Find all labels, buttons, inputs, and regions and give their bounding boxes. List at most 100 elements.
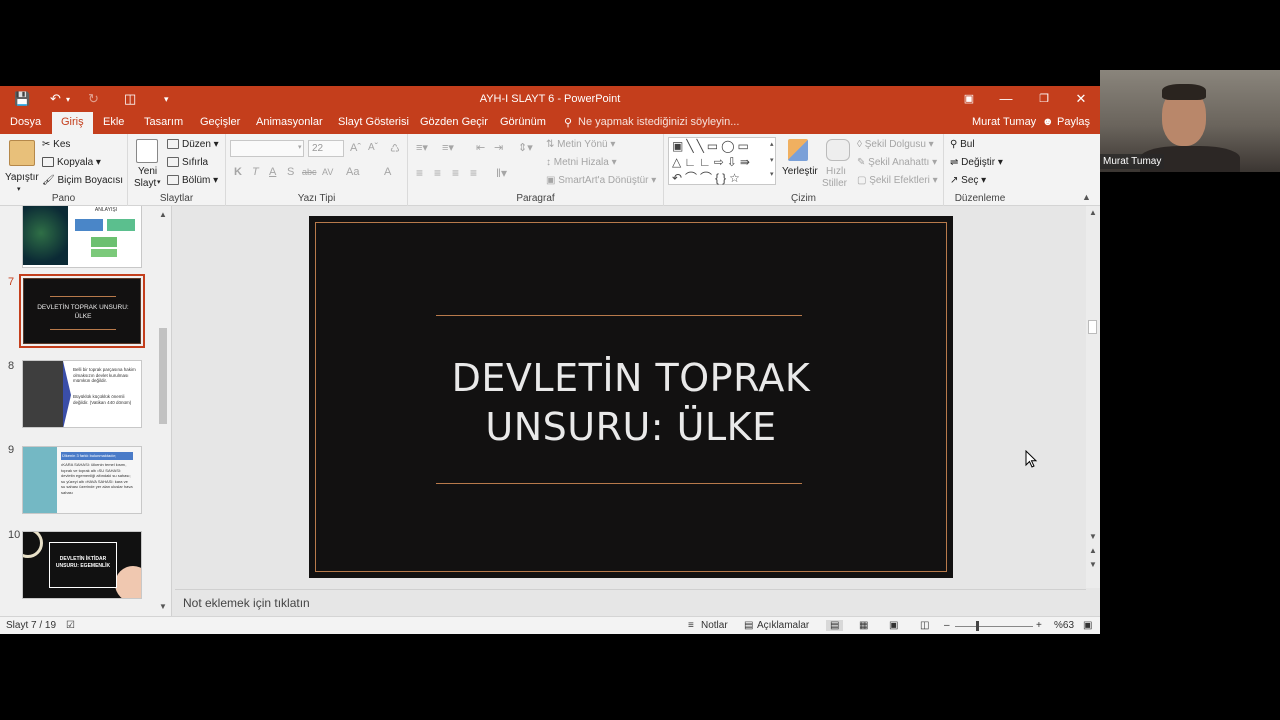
normal-view-icon[interactable]: ▤ — [826, 620, 844, 631]
previous-slide-icon[interactable]: ▲ — [1089, 546, 1097, 555]
copy-button[interactable]: Kopyala ▾ — [42, 157, 101, 168]
shapes-gallery[interactable]: ▣╲╲▭◯▭ △∟∟⇨⇩⇛ ↶⌒⌒{‍}☆ — [668, 137, 776, 185]
increase-indent-icon[interactable]: ⇥ — [494, 141, 503, 154]
new-slide-button-line1[interactable]: Yeni — [138, 166, 157, 177]
increase-font-icon[interactable]: Aˆ — [350, 142, 361, 154]
tab-view[interactable]: Görünüm — [500, 116, 546, 128]
notes-pane[interactable]: Not eklemek için tıklatın — [175, 589, 1086, 616]
align-text-button[interactable]: ↕ Metni Hizala ▾ — [546, 157, 617, 168]
close-button[interactable]: ✕ — [1071, 91, 1091, 107]
scroll-down-icon[interactable]: ▼ — [1089, 532, 1097, 541]
restore-button[interactable]: ❐ — [1034, 92, 1054, 105]
layout-button[interactable]: Düzen ▾ — [167, 139, 219, 150]
text-direction-button[interactable]: ⇅ Metin Yönü ▾ — [546, 139, 615, 150]
scroll-up-icon[interactable]: ▲ — [159, 210, 167, 219]
tab-transitions[interactable]: Geçişler — [200, 116, 240, 128]
arrange-button[interactable]: Yerleştir — [782, 166, 818, 177]
new-slide-dropdown-icon[interactable]: ▾ — [157, 178, 161, 186]
section-button[interactable]: Bölüm ▾ — [167, 175, 218, 186]
shapes-scroll-up-icon[interactable]: ▴ — [770, 140, 774, 148]
shapes-more-icon[interactable]: ▾ — [770, 170, 774, 178]
bullets-icon[interactable]: ≡▾ — [416, 141, 428, 154]
tab-review[interactable]: Gözden Geçir — [420, 116, 488, 128]
slide-sorter-icon[interactable]: ▦ — [859, 620, 868, 631]
align-center-icon[interactable]: ≡ — [434, 166, 441, 180]
shape-outline-button[interactable]: ✎ Şekil Anahattı ▾ — [857, 157, 937, 168]
underline-button[interactable]: A — [269, 166, 276, 178]
tab-insert[interactable]: Ekle — [103, 116, 124, 128]
new-slide-button-line2[interactable]: Slayt — [134, 178, 156, 189]
zoom-in-icon[interactable]: + — [1036, 620, 1042, 631]
shapes-scroll-down-icon[interactable]: ▾ — [770, 156, 774, 164]
slide-canvas[interactable]: DEVLETİN TOPRAK UNSURU: ÜLKE — [309, 216, 953, 578]
comments-button[interactable]: Açıklamalar — [757, 620, 809, 631]
decrease-indent-icon[interactable]: ⇤ — [476, 141, 485, 154]
numbering-icon[interactable]: ≡▾ — [442, 141, 454, 154]
next-slide-icon[interactable]: ▼ — [1089, 560, 1097, 569]
user-icon[interactable]: ☻ — [1042, 116, 1054, 128]
thumbnails-scrollbar[interactable]: ▲ ▼ — [158, 210, 168, 612]
slide-thumbnail-10[interactable]: DEVLETİN İKTİDAR UNSURU: EGEMENLİK — [22, 531, 142, 599]
scroll-up-icon[interactable]: ▲ — [1089, 208, 1097, 217]
tab-design[interactable]: Tasarım — [144, 116, 183, 128]
ribbon-display-options-icon[interactable]: ▣ — [959, 92, 979, 105]
clear-formatting-icon[interactable]: ♺ — [390, 142, 400, 155]
tab-file[interactable]: Dosya — [10, 116, 41, 128]
notes-placeholder[interactable]: Not eklemek için tıklatın — [183, 596, 310, 610]
tab-slideshow[interactable]: Slayt Gösterisi — [338, 116, 409, 128]
shadow-button[interactable]: S — [287, 166, 294, 178]
justify-icon[interactable]: ≡ — [470, 166, 477, 180]
tab-animations[interactable]: Animasyonlar — [256, 116, 323, 128]
quick-styles-line1[interactable]: Hızlı — [826, 166, 846, 177]
reset-button[interactable]: Sıfırla — [167, 157, 208, 168]
font-size-input[interactable]: 22 — [308, 140, 344, 157]
font-name-dropdown-icon[interactable]: ▾ — [298, 143, 302, 151]
paste-button[interactable]: Yapıştır — [5, 172, 39, 183]
cut-button[interactable]: ✂ Kes — [42, 139, 70, 150]
line-spacing-icon[interactable]: ⇕▾ — [518, 141, 533, 154]
minimize-button[interactable]: — — [996, 91, 1016, 106]
italic-button[interactable]: T — [252, 166, 259, 178]
columns-icon[interactable]: ‖▾ — [496, 166, 507, 180]
bold-button[interactable]: K — [234, 166, 242, 178]
format-painter-button[interactable]: 🖌 Biçim Boyacısı — [42, 175, 123, 186]
select-button[interactable]: ↗ Seç ▾ — [950, 175, 986, 186]
slide-thumbnail-6[interactable]: ANLAYIŞI — [22, 206, 142, 268]
align-left-icon[interactable]: ≡ — [416, 166, 423, 180]
zoom-slider-track[interactable] — [955, 626, 1033, 627]
slide-scrollbar[interactable]: ▲ ▼ ▲ ▼ — [1086, 206, 1100, 588]
scroll-down-icon[interactable]: ▼ — [159, 602, 167, 611]
change-case-button[interactable]: Aa — [346, 166, 359, 178]
zoom-level[interactable]: %63 — [1054, 620, 1074, 631]
font-name-input[interactable] — [230, 140, 304, 157]
font-color-button[interactable]: A — [384, 166, 391, 178]
scrollbar-thumb[interactable] — [159, 328, 167, 424]
reading-view-icon[interactable]: ▣ — [889, 620, 898, 631]
align-right-icon[interactable]: ≡ — [452, 166, 459, 180]
share-button[interactable]: Paylaş — [1057, 116, 1090, 128]
fit-to-window-icon[interactable]: ▣ — [1083, 620, 1092, 631]
notes-icon[interactable]: ≡ — [688, 620, 694, 631]
spellcheck-icon[interactable]: ☑ — [66, 620, 75, 631]
smartart-button[interactable]: ▣ SmartArt'a Dönüştür ▾ — [546, 175, 656, 186]
replace-button[interactable]: ⇌ Değiştir ▾ — [950, 157, 1003, 168]
decrease-font-icon[interactable]: Aˇ — [368, 142, 378, 153]
account-name[interactable]: Murat Tumay — [972, 116, 1036, 128]
scrollbar-thumb[interactable] — [1088, 320, 1097, 334]
collapse-ribbon-icon[interactable]: ▲ — [1082, 192, 1091, 202]
zoom-out-icon[interactable]: – — [944, 620, 950, 631]
notes-button[interactable]: Notlar — [701, 620, 728, 631]
shape-effects-button[interactable]: ▢ Şekil Efektleri ▾ — [857, 175, 938, 186]
slideshow-view-icon[interactable]: ◫ — [920, 620, 929, 631]
character-spacing-button[interactable]: AV — [322, 167, 333, 177]
tell-me-search[interactable]: Ne yapmak istediğinizi söyleyin... — [578, 116, 739, 128]
slide-thumbnail-9[interactable]: Ülkenin 3 farklı bulunmaktadır; •KARA SA… — [22, 446, 142, 514]
find-button[interactable]: ⚲ Bul — [950, 139, 975, 150]
slide-thumbnail-7[interactable]: DEVLETİN TOPRAK UNSURU: ÜLKE — [23, 278, 141, 344]
strikethrough-button[interactable]: abc — [302, 167, 317, 177]
zoom-slider-thumb[interactable] — [976, 621, 979, 631]
slide-title[interactable]: DEVLETİN TOPRAK UNSURU: ÜLKE — [309, 354, 953, 452]
comments-icon[interactable]: ▤ — [744, 620, 753, 631]
shape-fill-button[interactable]: ◊ Şekil Dolgusu ▾ — [857, 139, 934, 150]
slide-thumbnail-8[interactable]: Belli bir toprak parçasına hakim olmaksı… — [22, 360, 142, 428]
